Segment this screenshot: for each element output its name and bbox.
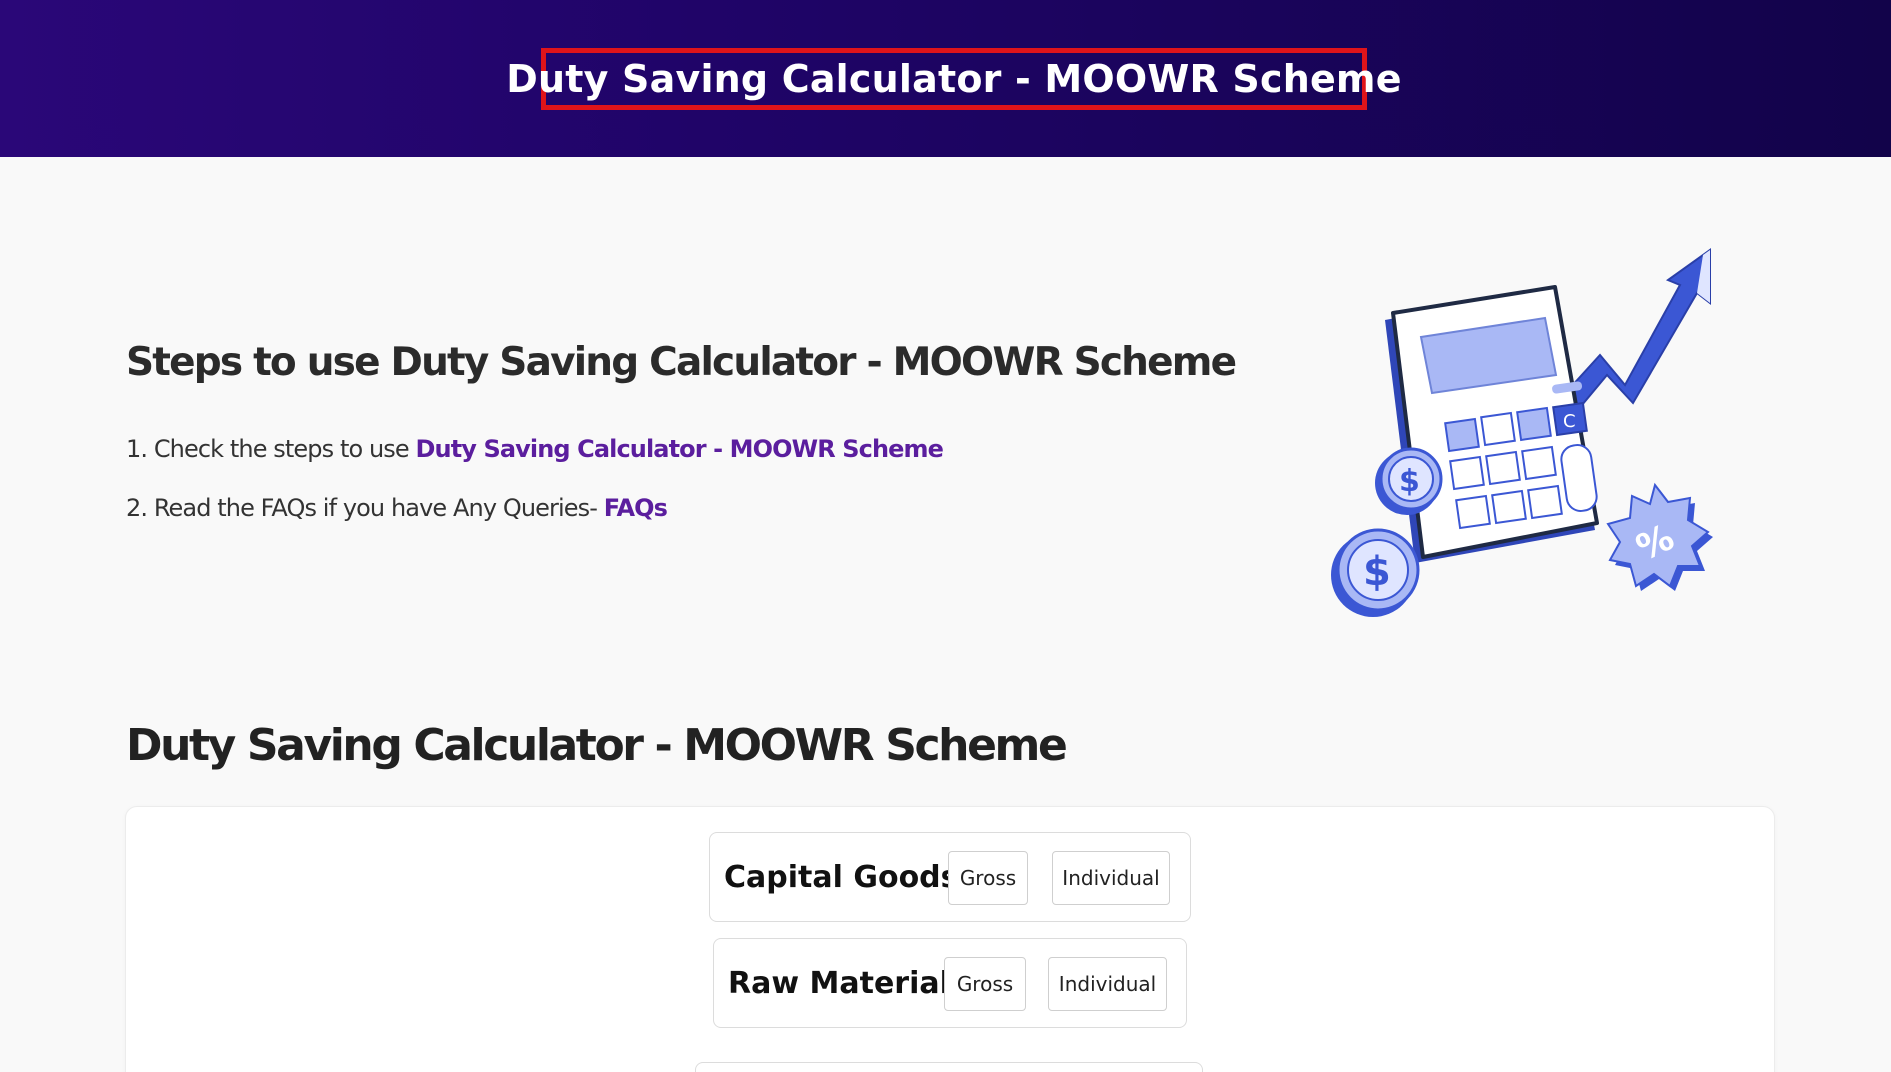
calculator-steps-link[interactable]: Duty Saving Calculator - MOOWR Scheme — [415, 435, 943, 463]
capital-goods-row: Capital Goods Gross Individual — [709, 832, 1191, 922]
capital-goods-individual-button[interactable]: Individual — [1052, 851, 1170, 905]
svg-text:$: $ — [1363, 549, 1391, 595]
calc-key-c-label: C — [1563, 411, 1576, 432]
raw-material-gross-button[interactable]: Gross — [944, 957, 1026, 1011]
faqs-link[interactable]: FAQs — [604, 494, 668, 522]
calculator-heading: Duty Saving Calculator - MOOWR Scheme — [126, 720, 1068, 771]
step-item-2: 2. Read the FAQs if you have Any Queries… — [126, 494, 668, 522]
raw-material-label: Raw Material — [728, 965, 950, 1001]
page-banner: Duty Saving Calculator - MOOWR Scheme — [0, 0, 1891, 157]
calculator-growth-illustration-icon: C $ $ % — [1331, 248, 1713, 617]
capital-goods-label: Capital Goods — [724, 859, 959, 895]
svg-text:$: $ — [1399, 464, 1420, 499]
step-item-1: 1. Check the steps to use Duty Saving Ca… — [126, 435, 944, 463]
page-title: Duty Saving Calculator - MOOWR Scheme — [506, 57, 1402, 101]
step-1-text: 1. Check the steps to use — [126, 435, 416, 463]
step-2-text: 2. Read the FAQs if you have Any Queries… — [126, 494, 604, 522]
raw-material-individual-button[interactable]: Individual — [1048, 957, 1167, 1011]
raw-material-row: Raw Material Gross Individual — [713, 938, 1187, 1028]
next-calculator-row — [695, 1062, 1203, 1072]
steps-heading: Steps to use Duty Saving Calculator - MO… — [126, 340, 1237, 385]
title-highlight-box: Duty Saving Calculator - MOOWR Scheme — [506, 48, 1402, 110]
capital-goods-gross-button[interactable]: Gross — [948, 851, 1028, 905]
